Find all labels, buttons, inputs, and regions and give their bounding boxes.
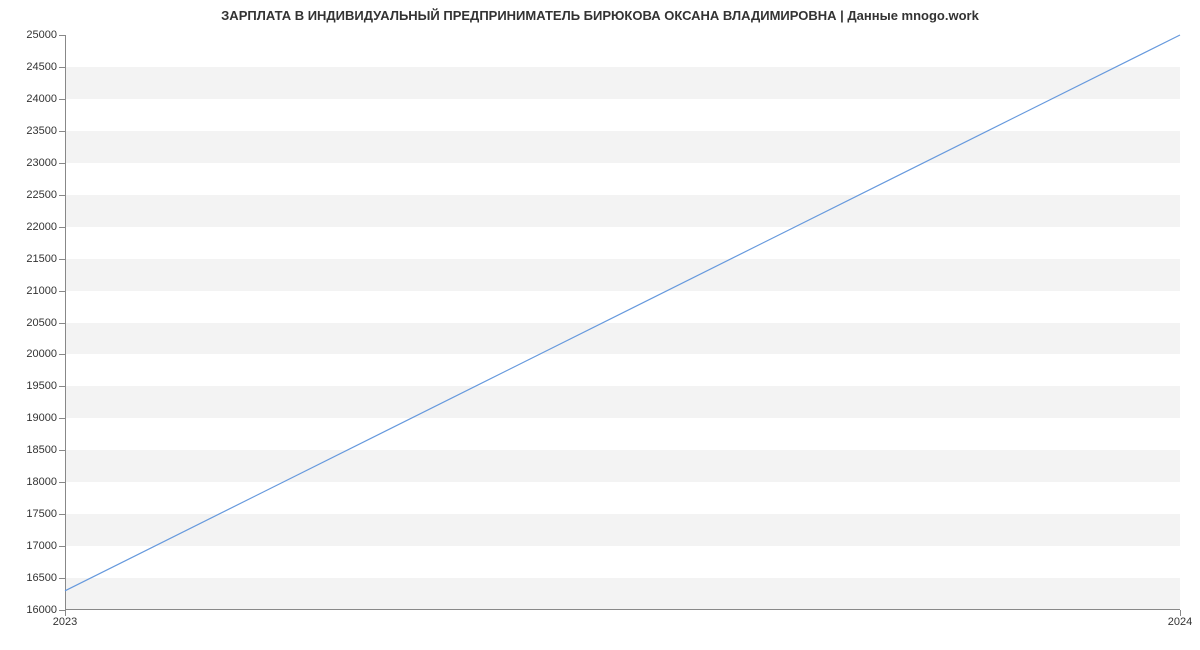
plot-area xyxy=(65,35,1180,610)
y-tick-label: 24500 xyxy=(26,61,57,73)
y-tick-label: 18000 xyxy=(26,476,57,488)
chart-line-svg xyxy=(65,35,1180,610)
x-tick-label: 2023 xyxy=(53,616,77,628)
y-tick xyxy=(59,354,65,355)
y-tick-label: 20000 xyxy=(26,348,57,360)
y-tick xyxy=(59,259,65,260)
y-tick-label: 16000 xyxy=(26,604,57,616)
y-tick xyxy=(59,323,65,324)
y-tick xyxy=(59,578,65,579)
y-tick-label: 20500 xyxy=(26,317,57,329)
y-tick xyxy=(59,163,65,164)
y-tick xyxy=(59,195,65,196)
y-tick-label: 25000 xyxy=(26,29,57,41)
y-tick-label: 23500 xyxy=(26,125,57,137)
y-tick xyxy=(59,99,65,100)
y-tick-label: 22500 xyxy=(26,189,57,201)
y-tick-label: 16500 xyxy=(26,572,57,584)
y-tick xyxy=(59,386,65,387)
y-tick-label: 17000 xyxy=(26,540,57,552)
x-tick-label: 2024 xyxy=(1168,616,1192,628)
y-tick xyxy=(59,227,65,228)
y-tick-label: 19500 xyxy=(26,380,57,392)
y-tick xyxy=(59,546,65,547)
y-tick-label: 17500 xyxy=(26,508,57,520)
y-tick-label: 24000 xyxy=(26,93,57,105)
chart-title: ЗАРПЛАТА В ИНДИВИДУАЛЬНЫЙ ПРЕДПРИНИМАТЕЛ… xyxy=(0,8,1200,23)
y-tick xyxy=(59,514,65,515)
y-tick-label: 21500 xyxy=(26,253,57,265)
y-tick xyxy=(59,291,65,292)
y-tick-label: 19000 xyxy=(26,412,57,424)
y-tick-label: 18500 xyxy=(26,444,57,456)
chart-container: ЗАРПЛАТА В ИНДИВИДУАЛЬНЫЙ ПРЕДПРИНИМАТЕЛ… xyxy=(0,0,1200,650)
y-tick xyxy=(59,482,65,483)
y-tick-label: 22000 xyxy=(26,221,57,233)
y-tick xyxy=(59,67,65,68)
y-tick xyxy=(59,35,65,36)
y-tick-label: 21000 xyxy=(26,285,57,297)
y-tick-label: 23000 xyxy=(26,157,57,169)
y-tick xyxy=(59,131,65,132)
y-tick xyxy=(59,418,65,419)
y-tick xyxy=(59,450,65,451)
data-line xyxy=(65,35,1180,591)
